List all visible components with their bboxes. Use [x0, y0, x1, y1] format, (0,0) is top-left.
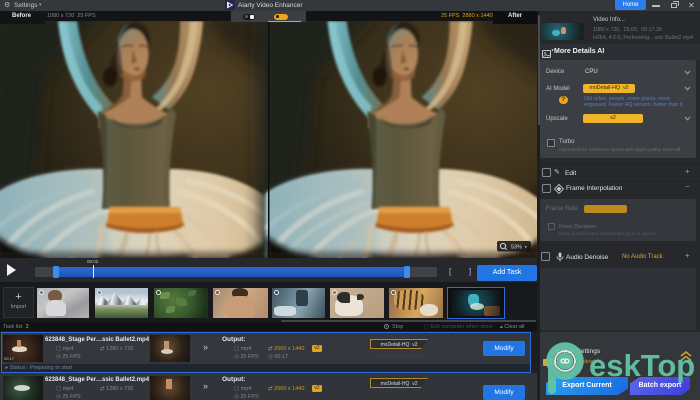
svg-text:53%: 53%: [511, 245, 522, 251]
svg-text:eskTop: eskTop: [589, 348, 695, 383]
